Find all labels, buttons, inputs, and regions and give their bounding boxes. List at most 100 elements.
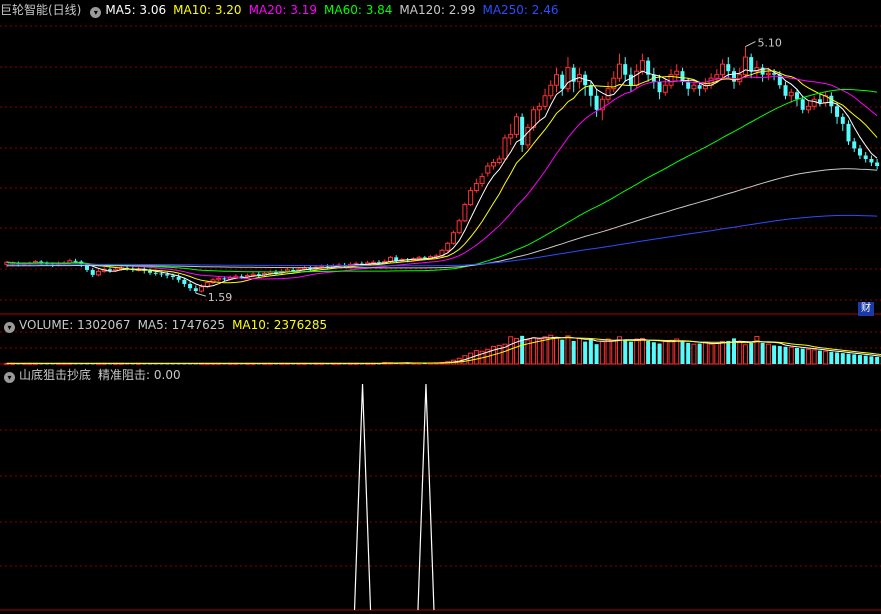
candle-body-84 [485, 165, 491, 174]
annotation-low-label: 1.59 [208, 291, 233, 304]
candle-body-109 [628, 74, 633, 86]
volume-bar-146 [840, 353, 845, 364]
candle-body-85 [491, 161, 497, 167]
indicator-label-0: 山底狙击抄底 [19, 368, 92, 382]
candle-body-32 [188, 284, 193, 289]
candle-body-121 [697, 85, 702, 89]
candle-body-145 [835, 106, 840, 117]
volume-bar-124 [714, 343, 720, 365]
candle-body-37 [216, 277, 222, 281]
candle-body-136 [783, 85, 788, 96]
ma-label-5: MA250: 2.46 [482, 3, 559, 17]
chevron-down-icon[interactable]: ▾ [4, 322, 15, 333]
volume-bar-134 [772, 345, 777, 364]
volume-bar-140 [805, 348, 811, 365]
volume-bar-113 [651, 342, 656, 364]
candle-body-15 [90, 269, 95, 275]
volume-bar-125 [720, 341, 726, 365]
volume-bar-119 [686, 342, 691, 364]
volume-bar-123 [708, 343, 714, 365]
volume-bar-149 [857, 355, 862, 364]
candle-body-98 [565, 67, 571, 90]
annotation-pointer-1 [195, 292, 206, 297]
volume-bar-98 [565, 335, 571, 365]
volume-bar-103 [594, 344, 599, 364]
candle-body-82 [473, 183, 479, 192]
price-line-ma60 [6, 88, 878, 273]
volume-bar-147 [846, 353, 851, 364]
volume-bar-151 [869, 356, 874, 364]
volume-bar-135 [777, 346, 782, 364]
indicator-spike-1 [417, 383, 435, 611]
volume-bar-128 [737, 341, 743, 365]
volume-bar-129 [742, 344, 748, 365]
volume-bar-144 [829, 351, 834, 364]
candle-body-77 [445, 242, 451, 251]
candle-body-151 [869, 158, 874, 163]
candle-body-96 [554, 74, 560, 86]
candle-body-16 [95, 270, 101, 276]
volume-panel [4, 334, 881, 365]
volume-bar-106 [611, 340, 617, 365]
candle-body-97 [560, 74, 565, 89]
candle-body-130 [749, 57, 754, 72]
candle-body-91 [525, 126, 531, 146]
ma-label-4: MA120: 2.99 [399, 3, 476, 17]
volume-bar-82 [473, 350, 479, 365]
candle-body-12 [73, 260, 78, 262]
candle-body-88 [508, 133, 514, 139]
candle-body-103 [594, 95, 599, 110]
candle-body-38 [222, 278, 227, 280]
volume-bar-137 [788, 346, 794, 365]
price-line-ma250 [6, 214, 878, 267]
candle-body-105 [605, 88, 611, 100]
candle-body-120 [691, 84, 697, 90]
volume-bar-115 [662, 341, 668, 365]
finance-badge[interactable]: 财 [858, 302, 874, 316]
candle-body-133 [765, 72, 771, 76]
volume-header: ▾ VOLUME: 1302067 MA5: 1747625 MA10: 237628… [0, 316, 881, 334]
candle-body-83 [479, 176, 485, 185]
candle-body-68 [394, 257, 399, 261]
volume-bar-93 [536, 338, 542, 365]
candle-body-87 [502, 137, 508, 160]
indicator-legend: 山底狙击抄底 精准阻击: 0.00 [19, 368, 188, 382]
candle-body-79 [456, 220, 462, 234]
candle-body-72 [416, 256, 422, 260]
volume-bar-145 [835, 352, 840, 364]
candle-body-141 [811, 98, 817, 107]
volume-bar-88 [508, 336, 514, 365]
candle-body-25 [147, 270, 153, 273]
candle-body-137 [788, 91, 794, 97]
candle-body-31 [182, 279, 187, 285]
candle-body-95 [548, 84, 554, 97]
indicator-label-1: 精准阻击: 0.00 [98, 368, 181, 382]
stock-name: 巨轮智能(日线) [0, 3, 82, 17]
candle-body-147 [846, 123, 851, 142]
candle-body-111 [639, 60, 645, 72]
volume-bar-111 [639, 337, 645, 365]
volume-label-0: VOLUME: 1302067 [19, 318, 131, 332]
candle-body-26 [153, 272, 158, 274]
volume-bar-100 [576, 337, 582, 365]
volume-label-2: MA10: 2376285 [232, 318, 328, 332]
volume-bar-105 [605, 338, 611, 365]
candle-body-108 [623, 64, 628, 75]
candle-body-81 [468, 190, 474, 206]
candle-body-140 [805, 105, 811, 111]
candle-body-146 [840, 116, 845, 124]
ma-label-3: MA60: 3.84 [324, 3, 393, 17]
volume-bar-141 [811, 349, 817, 365]
price-header: 巨轮智能(日线) ▾ MA5: 3.06 MA10: 3.20 MA20: 3.19 MA… [0, 1, 881, 19]
candle-body-114 [657, 81, 662, 93]
candle-body-142 [817, 99, 822, 103]
indicator-spike-0 [353, 383, 372, 611]
candle-body-30 [176, 276, 181, 280]
volume-bar-121 [697, 343, 702, 364]
chevron-down-icon[interactable]: ▾ [4, 372, 15, 383]
indicator-header: ▾ 山底狙击抄底 精准阻击: 0.00 [0, 366, 881, 384]
chevron-down-icon[interactable]: ▾ [90, 7, 102, 18]
candle-body-86 [496, 158, 502, 163]
volume-bar-143 [823, 350, 829, 365]
volume-bar-97 [560, 339, 565, 364]
